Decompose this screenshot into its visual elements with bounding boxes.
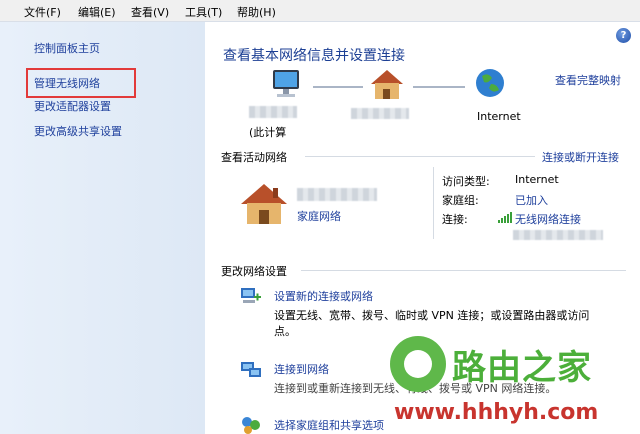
network-type-link[interactable]: 家庭网络 [297, 208, 341, 224]
sidebar-item-advanced-sharing[interactable]: 更改高级共享设置 [34, 123, 122, 139]
computer-label: (此计算 [249, 126, 287, 139]
vertical-divider [433, 167, 434, 239]
wireless-connection-link[interactable]: 无线网络连接 [515, 211, 581, 227]
menu-help[interactable]: 帮助(H) [237, 4, 276, 20]
change-settings-heading: 更改网络设置 [221, 265, 287, 278]
watermark-url: www.hhhyh.com [394, 400, 599, 425]
watermark-brand: 路由之家 [452, 348, 592, 388]
menu-file[interactable]: 文件(F) [24, 4, 61, 20]
signal-bars-icon [498, 212, 512, 223]
watermark-logo-inner [404, 350, 432, 378]
divider [301, 270, 626, 271]
access-type-value: Internet [515, 173, 559, 186]
page-title: 查看基本网络信息并设置连接 [223, 48, 405, 64]
task-new-connection-desc-2: 点。 [274, 325, 296, 338]
active-networks-heading: 查看活动网络 [221, 151, 287, 164]
sidebar-item-adapter-settings[interactable]: 更改适配器设置 [34, 98, 111, 114]
menu-bar: 文件(F) 编辑(E) 查看(V) 工具(T) 帮助(H) [0, 0, 640, 22]
blurred-active-network-name [297, 188, 377, 201]
task-new-connection-link[interactable]: 设置新的连接或网络 [274, 288, 373, 304]
internet-globe-icon [476, 69, 504, 97]
help-icon[interactable]: ? [616, 28, 631, 43]
divider [305, 156, 535, 157]
blurred-ssid [513, 230, 603, 240]
homegroup-link[interactable]: 已加入 [515, 192, 548, 208]
router-house-icon [371, 70, 403, 99]
new-connection-icon [241, 288, 261, 303]
connection-line [313, 86, 363, 88]
access-type-label: 访问类型: [442, 175, 490, 188]
homegroup-label: 家庭组: [442, 194, 479, 207]
task-connect-network-link[interactable]: 连接到网络 [274, 361, 329, 377]
blurred-computer-name [249, 106, 297, 118]
menu-edit[interactable]: 编辑(E) [78, 4, 116, 20]
internet-label: Internet [477, 110, 521, 123]
connection-label: 连接: [442, 213, 468, 226]
connect-network-icon [241, 362, 261, 377]
menu-tools[interactable]: 工具(T) [185, 4, 222, 20]
blurred-network-name [351, 108, 409, 119]
connection-line [413, 86, 465, 88]
full-map-link[interactable]: 查看完整映射 [555, 72, 621, 88]
task-homegroup-link[interactable]: 选择家庭组和共享选项 [274, 417, 384, 433]
menu-view[interactable]: 查看(V) [131, 4, 169, 20]
homegroup-sharing-icon [242, 417, 260, 434]
computer-icon [273, 70, 299, 97]
connect-disconnect-link[interactable]: 连接或断开连接 [542, 149, 619, 165]
home-network-icon [241, 184, 287, 224]
task-new-connection-desc: 设置无线、宽带、拨号、临时或 VPN 连接；或设置路由器或访问 [274, 309, 590, 322]
highlight-box [26, 68, 136, 98]
sidebar-item-control-panel-home[interactable]: 控制面板主页 [34, 40, 100, 56]
